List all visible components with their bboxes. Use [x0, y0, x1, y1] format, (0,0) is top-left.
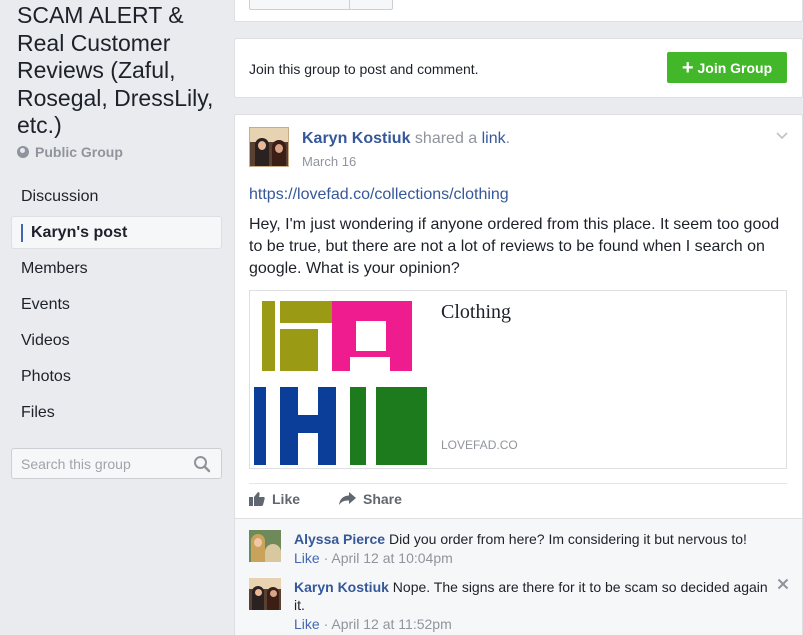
link-preview-title[interactable]: Clothing — [441, 301, 511, 324]
close-icon[interactable] — [777, 578, 789, 590]
chevron-down-icon[interactable] — [776, 129, 788, 141]
author-name[interactable]: Karyn Kostiuk — [302, 130, 410, 147]
share-arrow-icon — [339, 492, 356, 505]
meta-separator: · — [319, 616, 332, 632]
link-preview-domain: LOVEFAD.CO — [441, 438, 518, 452]
nav-item-label: Karyn's post — [31, 223, 128, 241]
comment-meta: Like · April 12 at 11:52pm — [294, 616, 452, 632]
post-header: Karyn Kostiuk shared a link. — [302, 130, 510, 148]
comment-timestamp[interactable]: April 12 at 11:52pm — [331, 616, 451, 632]
like-button[interactable]: Like — [249, 491, 300, 507]
stub-button-group[interactable] — [249, 0, 393, 10]
author-avatar[interactable] — [249, 127, 289, 167]
group-privacy: Public Group — [17, 144, 123, 160]
group-search — [11, 448, 222, 479]
action-suffix: . — [505, 130, 511, 147]
nav-item-events[interactable]: Events — [11, 288, 222, 324]
thumbs-up-icon — [249, 492, 265, 506]
post-card: Karyn Kostiuk shared a link. March 16 ht… — [234, 114, 803, 635]
group-title[interactable]: SCAM ALERT & Real Customer Reviews (Zafu… — [17, 2, 229, 140]
nav-item-photos[interactable]: Photos — [11, 360, 222, 396]
nav-item-videos[interactable]: Videos — [11, 324, 222, 360]
commenter-name[interactable]: Alyssa Pierce — [294, 531, 385, 547]
share-label: Share — [363, 491, 402, 507]
commenter-avatar[interactable] — [249, 530, 281, 562]
join-group-button[interactable]: + Join Group — [667, 52, 787, 83]
meta-separator: · — [319, 550, 332, 566]
comment-timestamp[interactable]: April 12 at 10:04pm — [331, 550, 452, 566]
link-preview-image — [250, 291, 427, 468]
comment-text: Alyssa Pierce Did you order from here? I… — [294, 530, 774, 548]
post-url[interactable]: https://lovefad.co/collections/clothing — [249, 186, 509, 204]
comment-body: Did you order from here? Im considering … — [385, 531, 747, 547]
globe-icon — [17, 146, 29, 158]
group-privacy-label: Public Group — [35, 144, 123, 160]
group-nav: Discussion Karyn's post Members Events V… — [11, 180, 222, 432]
search-input[interactable] — [21, 455, 191, 472]
join-group-label: Join Group — [697, 59, 773, 76]
shared-link[interactable]: link — [482, 130, 506, 147]
commenter-name[interactable]: Karyn Kostiuk — [294, 579, 389, 595]
previous-card — [234, 0, 803, 22]
join-prompt: Join this group to post and comment. — [249, 61, 479, 77]
nav-item-discussion[interactable]: Discussion — [11, 180, 222, 216]
group-sidebar: SCAM ALERT & Real Customer Reviews (Zafu… — [0, 0, 234, 635]
search-icon[interactable] — [193, 455, 211, 473]
action-prefix: shared a — [410, 130, 482, 147]
nav-item-members[interactable]: Members — [11, 252, 222, 288]
link-preview[interactable]: Clothing LOVEFAD.CO — [249, 290, 787, 469]
comment-meta: Like · April 12 at 10:04pm — [294, 550, 453, 566]
post-body: Hey, I'm just wondering if anyone ordere… — [249, 216, 780, 277]
comment-like-link[interactable]: Like — [294, 550, 320, 566]
nav-item-files[interactable]: Files — [11, 396, 222, 432]
post-date[interactable]: March 16 — [302, 154, 356, 169]
share-button[interactable]: Share — [339, 491, 402, 507]
divider — [249, 483, 787, 484]
plus-icon: + — [681, 56, 694, 79]
like-label: Like — [272, 491, 301, 507]
active-indicator — [21, 223, 23, 242]
comments-section: Alyssa Pierce Did you order from here? I… — [235, 518, 802, 635]
join-group-card: Join this group to post and comment. + J… — [234, 38, 803, 98]
nav-item-karyns-post[interactable]: Karyn's post — [11, 216, 222, 249]
comment-text: Karyn Kostiuk Nope. The signs are there … — [294, 578, 774, 614]
comment-like-link[interactable]: Like — [294, 616, 320, 632]
commenter-avatar[interactable] — [249, 578, 281, 610]
